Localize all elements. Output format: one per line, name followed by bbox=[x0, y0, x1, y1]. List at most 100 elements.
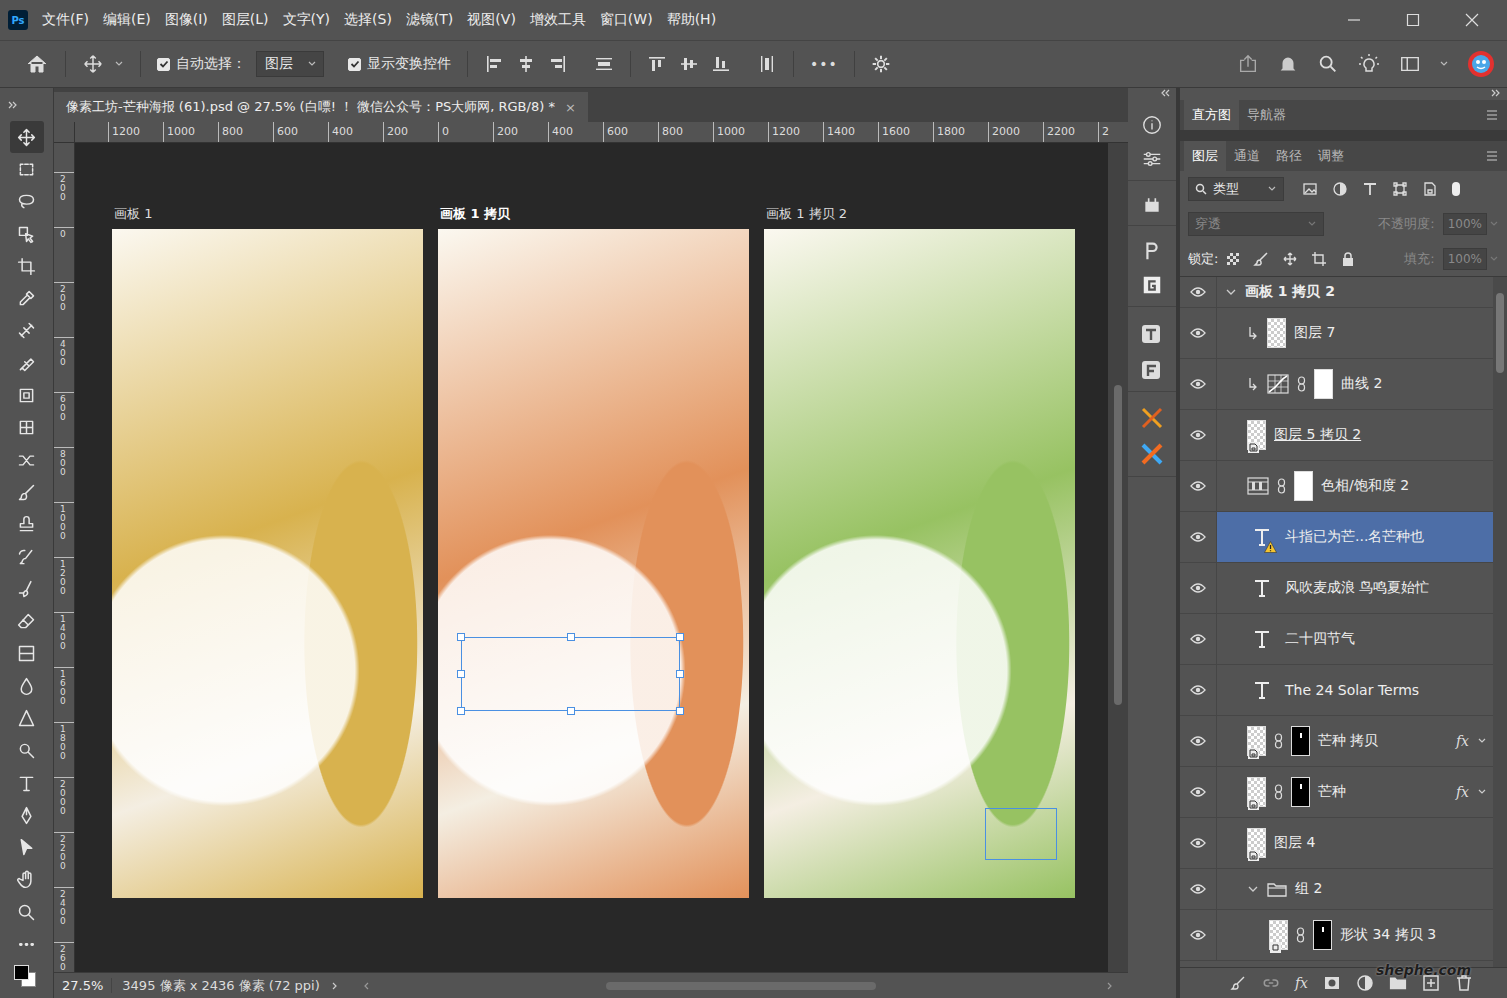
layer-row[interactable]: 风吹麦成浪 鸟鸣夏始忙 bbox=[1180, 563, 1493, 614]
character-style-icon[interactable] bbox=[1140, 321, 1164, 345]
close-window-icon[interactable] bbox=[1465, 13, 1479, 27]
lock-all-icon[interactable] bbox=[1340, 251, 1356, 267]
tool-button[interactable] bbox=[10, 379, 44, 411]
filter-adjustment-icon[interactable] bbox=[1332, 181, 1348, 197]
tool-button[interactable] bbox=[10, 153, 44, 185]
menu-item[interactable]: 滤镜(T) bbox=[406, 11, 453, 29]
tool-button[interactable] bbox=[10, 315, 44, 347]
layer-mask-thumbnail[interactable] bbox=[1291, 726, 1310, 756]
collapse-panels-icon[interactable] bbox=[1491, 88, 1501, 98]
tool-preset-chevron-icon[interactable] bbox=[114, 59, 124, 69]
eye-icon[interactable] bbox=[1190, 684, 1206, 696]
search-icon[interactable] bbox=[1317, 53, 1339, 75]
path-select-tool-icon[interactable] bbox=[16, 837, 37, 858]
visibility-toggle[interactable] bbox=[1180, 716, 1217, 766]
lock-transparent-icon[interactable] bbox=[1226, 252, 1240, 266]
mask-link-icon[interactable] bbox=[1274, 784, 1283, 800]
add-style-button[interactable]: fx bbox=[1295, 975, 1308, 991]
tool-button[interactable] bbox=[10, 282, 44, 314]
layer-name[interactable]: The 24 Solar Terms bbox=[1285, 682, 1419, 698]
eye-icon[interactable] bbox=[1190, 786, 1206, 798]
scroll-right-icon[interactable] bbox=[1104, 981, 1114, 991]
eyedropper-tool-icon[interactable] bbox=[16, 288, 37, 309]
move-tool-icon[interactable] bbox=[82, 53, 104, 75]
blend-mode-dropdown[interactable]: 穿透 bbox=[1188, 212, 1324, 236]
layer-name[interactable]: 色相/饱和度 2 bbox=[1321, 477, 1409, 495]
align-right-icon[interactable] bbox=[548, 54, 568, 74]
eye-icon[interactable] bbox=[1190, 429, 1206, 441]
move-tool-icon[interactable] bbox=[16, 127, 37, 148]
gradient-tool-icon[interactable] bbox=[16, 643, 37, 664]
tool-button[interactable] bbox=[10, 832, 44, 864]
opacity-field[interactable]: 100% bbox=[1443, 213, 1487, 235]
filter-pixel-icon[interactable] bbox=[1302, 181, 1318, 197]
distribute-vertical-icon[interactable] bbox=[594, 54, 614, 74]
layer-row[interactable]: 图层 7 bbox=[1180, 308, 1493, 359]
blur-tool-icon[interactable] bbox=[16, 676, 37, 697]
layer-row[interactable]: 芒种 拷贝 fx bbox=[1180, 716, 1493, 767]
fill-field[interactable]: 100% bbox=[1443, 248, 1487, 270]
minimize-icon[interactable] bbox=[1347, 13, 1361, 27]
visibility-toggle[interactable] bbox=[1180, 308, 1217, 358]
more-options-button[interactable]: ••• bbox=[810, 56, 838, 72]
lock-position-icon[interactable] bbox=[1282, 251, 1298, 267]
eye-icon[interactable] bbox=[1190, 480, 1206, 492]
visibility-toggle[interactable] bbox=[1180, 869, 1217, 909]
layer-row[interactable]: The 24 Solar Terms bbox=[1180, 665, 1493, 716]
tool-button[interactable] bbox=[10, 476, 44, 508]
tool-button[interactable] bbox=[10, 412, 44, 444]
eye-icon[interactable] bbox=[1190, 327, 1206, 339]
maximize-icon[interactable] bbox=[1406, 13, 1420, 27]
discover-bulb-icon[interactable] bbox=[1357, 52, 1381, 76]
filter-shape-icon[interactable] bbox=[1392, 181, 1408, 197]
layer-row[interactable]: 曲线 2 bbox=[1180, 359, 1493, 410]
visibility-toggle[interactable] bbox=[1180, 512, 1217, 562]
layer-mask-thumbnail[interactable] bbox=[1313, 920, 1332, 950]
font-style-icon[interactable] bbox=[1140, 357, 1164, 381]
artboard[interactable]: 画板 1 拷贝 bbox=[438, 229, 749, 898]
tool-button[interactable] bbox=[10, 573, 44, 605]
mask-link-icon[interactable] bbox=[1297, 376, 1306, 392]
mask-link-icon[interactable] bbox=[1277, 478, 1286, 494]
artboard[interactable]: 画板 1 bbox=[112, 229, 423, 898]
menu-item[interactable]: 增效工具 bbox=[530, 11, 586, 29]
layer-name[interactable]: 形状 34 拷贝 3 bbox=[1340, 926, 1436, 944]
artboard-label[interactable]: 画板 1 bbox=[114, 205, 152, 223]
visibility-toggle[interactable] bbox=[1180, 767, 1217, 817]
align-vcenter-icon[interactable] bbox=[679, 54, 699, 74]
mask-link-icon[interactable] bbox=[1274, 733, 1283, 749]
eye-icon[interactable] bbox=[1190, 531, 1206, 543]
tool-button[interactable] bbox=[10, 799, 44, 831]
artboard-label[interactable]: 画板 1 拷贝 2 bbox=[766, 205, 847, 223]
layer-mask-thumbnail[interactable] bbox=[1291, 777, 1310, 807]
pen-tool-icon[interactable] bbox=[16, 805, 37, 826]
align-left-icon[interactable] bbox=[484, 54, 504, 74]
workspace-icon[interactable] bbox=[1399, 53, 1421, 75]
sharpen-tool-icon[interactable] bbox=[16, 708, 37, 729]
panel-tab[interactable]: 路径 bbox=[1268, 141, 1310, 171]
status-menu-arrow-icon[interactable] bbox=[330, 981, 340, 991]
content-move-tool-icon[interactable] bbox=[16, 450, 37, 471]
layer-row[interactable]: 形状 34 拷贝 3 bbox=[1180, 910, 1493, 961]
bell-icon[interactable] bbox=[1277, 53, 1299, 75]
layers-menu-icon[interactable] bbox=[1485, 150, 1499, 162]
layer-row[interactable]: 图层 5 拷贝 2 bbox=[1180, 410, 1493, 461]
panel-tab[interactable]: 通道 bbox=[1226, 141, 1268, 171]
visibility-toggle[interactable] bbox=[1180, 910, 1217, 960]
eye-icon[interactable] bbox=[1190, 837, 1206, 849]
filter-smart-object-icon[interactable] bbox=[1422, 181, 1438, 197]
menu-item[interactable]: 帮助(H) bbox=[667, 11, 716, 29]
paragraph-style-icon[interactable] bbox=[1141, 240, 1163, 262]
tool-button[interactable] bbox=[10, 444, 44, 476]
lock-pixels-icon[interactable] bbox=[1253, 251, 1269, 267]
layer-mask-thumbnail[interactable] bbox=[1294, 471, 1313, 501]
type-tool-icon[interactable] bbox=[16, 773, 37, 794]
distribute-horizontal-icon[interactable] bbox=[757, 54, 777, 74]
info-icon[interactable] bbox=[1141, 114, 1163, 136]
tool-button[interactable] bbox=[10, 896, 44, 928]
patch-tool-icon[interactable] bbox=[16, 385, 37, 406]
tool-button[interactable] bbox=[10, 928, 44, 960]
lasso-tool-icon[interactable] bbox=[16, 191, 37, 212]
expand-chevron-icon[interactable] bbox=[1247, 883, 1259, 895]
layer-mask-thumbnail[interactable] bbox=[1314, 369, 1333, 399]
